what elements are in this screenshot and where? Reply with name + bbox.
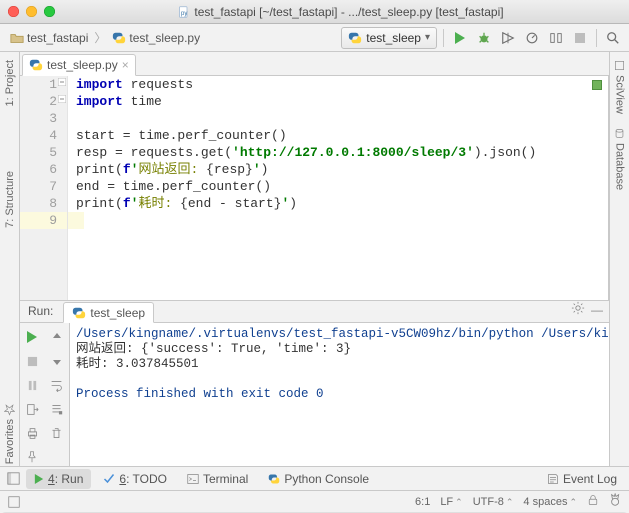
tw-todo[interactable]: 6: TODO [95, 469, 175, 489]
inspection-icon[interactable] [609, 493, 623, 510]
window-title: py test_fastapi [~/test_fastapi] - .../t… [61, 5, 621, 19]
editor-tabstrip: test_sleep.py × [0, 52, 629, 76]
nav-toolbar: test_fastapi 〉 test_sleep.py test_sleep … [0, 24, 629, 52]
tw-pyconsole[interactable]: Python Console [260, 469, 377, 489]
encoding[interactable]: UTF-8⌃ [473, 496, 514, 508]
tw-run[interactable]: 4: Run [26, 469, 91, 489]
scroll-up-button[interactable] [47, 327, 68, 347]
python-file-icon [72, 306, 86, 320]
minimize-window-button[interactable] [26, 6, 37, 17]
window-titlebar: py test_fastapi [~/test_fastapi] - .../t… [0, 0, 629, 24]
breadcrumb-project[interactable]: test_fastapi [6, 27, 92, 49]
right-toolwindow-bar: SciView Database [609, 52, 629, 482]
run-config-selector[interactable]: test_sleep ▾ [341, 27, 437, 49]
python-file-icon: py [178, 6, 190, 18]
bottom-toolwindow-bar: 4: Run 6: TODO Terminal Python Console E… [0, 466, 629, 490]
coverage-button[interactable] [498, 27, 518, 49]
print-button[interactable] [22, 423, 43, 443]
python-icon [268, 473, 280, 485]
tool-project[interactable]: 1: Project [4, 54, 16, 112]
code-editor[interactable]: 1import requests 2import time 3 4start =… [20, 76, 609, 300]
breadcrumb-project-label: test_fastapi [27, 31, 88, 45]
run-config-label: test_sleep [366, 31, 421, 45]
tw-eventlog[interactable]: Event Log [539, 469, 625, 489]
exit-button[interactable] [22, 399, 43, 419]
separator [443, 29, 444, 47]
python-file-icon [112, 31, 126, 45]
editor-tab-current[interactable]: test_sleep.py × [22, 54, 136, 76]
rerun-button[interactable] [22, 327, 43, 347]
zoom-window-button[interactable] [44, 6, 55, 17]
window-title-text: test_fastapi [~/test_fastapi] - .../test… [194, 5, 503, 19]
editor-area: test_sleep.py × 1import requests 2import… [0, 52, 629, 300]
python-file-icon [348, 31, 362, 45]
run-tab[interactable]: test_sleep [63, 302, 154, 323]
toolwindows-toggle[interactable] [4, 468, 22, 490]
line-separator[interactable]: LF⌃ [440, 496, 462, 508]
python-file-icon [29, 58, 43, 72]
statusbar: 6:1 LF⌃ UTF-8⌃ 4 spaces⌃ [0, 490, 629, 512]
folder-icon [10, 31, 24, 45]
close-window-button[interactable] [8, 6, 19, 17]
concurrency-button[interactable] [546, 27, 566, 49]
run-button[interactable] [450, 27, 470, 49]
scroll-down-button[interactable] [47, 351, 68, 371]
trash-button[interactable] [47, 423, 68, 443]
profile-button[interactable] [522, 27, 542, 49]
traffic-lights [8, 6, 55, 17]
tool-database[interactable]: Database [614, 122, 626, 196]
gear-icon[interactable] [571, 301, 585, 318]
stop-button[interactable] [22, 351, 43, 371]
scroll-to-end-button[interactable] [47, 399, 68, 419]
readonly-toggle[interactable] [587, 494, 599, 509]
caret-position[interactable]: 6:1 [415, 496, 430, 508]
svg-text:py: py [181, 11, 187, 17]
run-tab-label: test_sleep [90, 306, 145, 320]
search-everywhere-button[interactable] [603, 27, 623, 49]
run-header: Run: test_sleep — [20, 301, 609, 323]
run-tool-window: Run: test_sleep — » [20, 300, 609, 465]
tool-sciview[interactable]: SciView [614, 54, 626, 120]
breadcrumb-file[interactable]: test_sleep.py [108, 27, 204, 49]
tool-structure[interactable]: 7: Structure [4, 165, 16, 234]
editor-tab-label: test_sleep.py [47, 58, 118, 72]
debug-button[interactable] [474, 27, 494, 49]
breadcrumbs[interactable]: test_fastapi 〉 test_sleep.py [6, 27, 204, 49]
stop-button[interactable] [570, 27, 590, 49]
breadcrumb-file-label: test_sleep.py [129, 31, 200, 45]
left-toolwindow-bar: 1: Project 7: Structure 2: Favorites [0, 52, 20, 482]
separator [596, 29, 597, 47]
run-title: Run: [28, 304, 57, 322]
chevron-down-icon: ▾ [425, 32, 430, 43]
minimize-tool-icon[interactable]: — [591, 303, 603, 317]
tw-terminal[interactable]: Terminal [179, 469, 256, 489]
pause-button[interactable] [22, 375, 43, 395]
close-tab-icon[interactable]: × [122, 58, 129, 72]
toolwindows-quick-button[interactable] [6, 491, 22, 513]
pin-button[interactable] [22, 447, 43, 467]
breadcrumb-separator: 〉 [94, 29, 106, 46]
indent[interactable]: 4 spaces⌃ [523, 496, 577, 508]
soft-wrap-button[interactable] [47, 375, 68, 395]
